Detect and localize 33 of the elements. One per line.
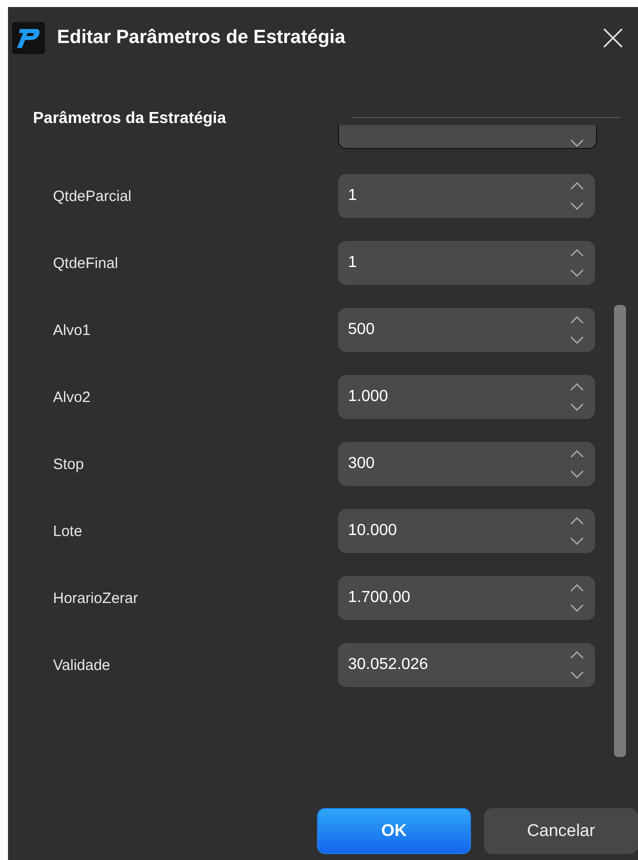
number-field[interactable]: 300: [338, 442, 595, 486]
ok-button[interactable]: OK: [317, 808, 471, 854]
spinner-arrows-icon[interactable]: [569, 582, 585, 614]
spinner-arrows-icon[interactable]: [569, 314, 585, 346]
close-button[interactable]: [602, 27, 624, 49]
number-field[interactable]: 1.000: [338, 375, 595, 419]
spinner-arrows-icon[interactable]: [569, 515, 585, 547]
window-title: Editar Parâmetros de Estratégia: [57, 27, 346, 49]
chevron-down-icon[interactable]: [570, 139, 584, 147]
spinner-arrows-icon[interactable]: [569, 381, 585, 413]
app-logo-icon: [12, 22, 45, 54]
param-label: QtdeParcial: [53, 188, 132, 204]
spinner-arrows-icon[interactable]: [569, 649, 585, 681]
param-label: Validade: [53, 656, 112, 674]
param-label: Alvo1: [53, 322, 92, 338]
param-label: HorarioZerar: [53, 590, 140, 606]
spinner-arrows-icon[interactable]: [569, 448, 585, 480]
number-field[interactable]: 1: [338, 241, 595, 285]
cancel-button[interactable]: Cancelar: [484, 808, 638, 854]
param-label: Alvo2: [53, 388, 92, 406]
number-field[interactable]: 500: [338, 308, 595, 352]
number-field[interactable]: 10.000: [338, 509, 595, 553]
spinner-arrows-icon[interactable]: [569, 247, 585, 279]
dropdown-field[interactable]: [338, 125, 597, 149]
param-label: QtdeFinal: [53, 254, 120, 272]
param-label: Lote: [53, 522, 84, 540]
number-field[interactable]: 30.052.026: [338, 643, 595, 687]
number-field[interactable]: 1.700,00: [338, 576, 595, 620]
param-label: Stop: [53, 456, 85, 472]
number-field[interactable]: 1: [338, 174, 595, 218]
scrollbar-thumb[interactable]: [614, 305, 626, 757]
group-title: Parâmetros da Estratégia: [33, 110, 226, 128]
spinner-arrows-icon[interactable]: [569, 180, 585, 212]
